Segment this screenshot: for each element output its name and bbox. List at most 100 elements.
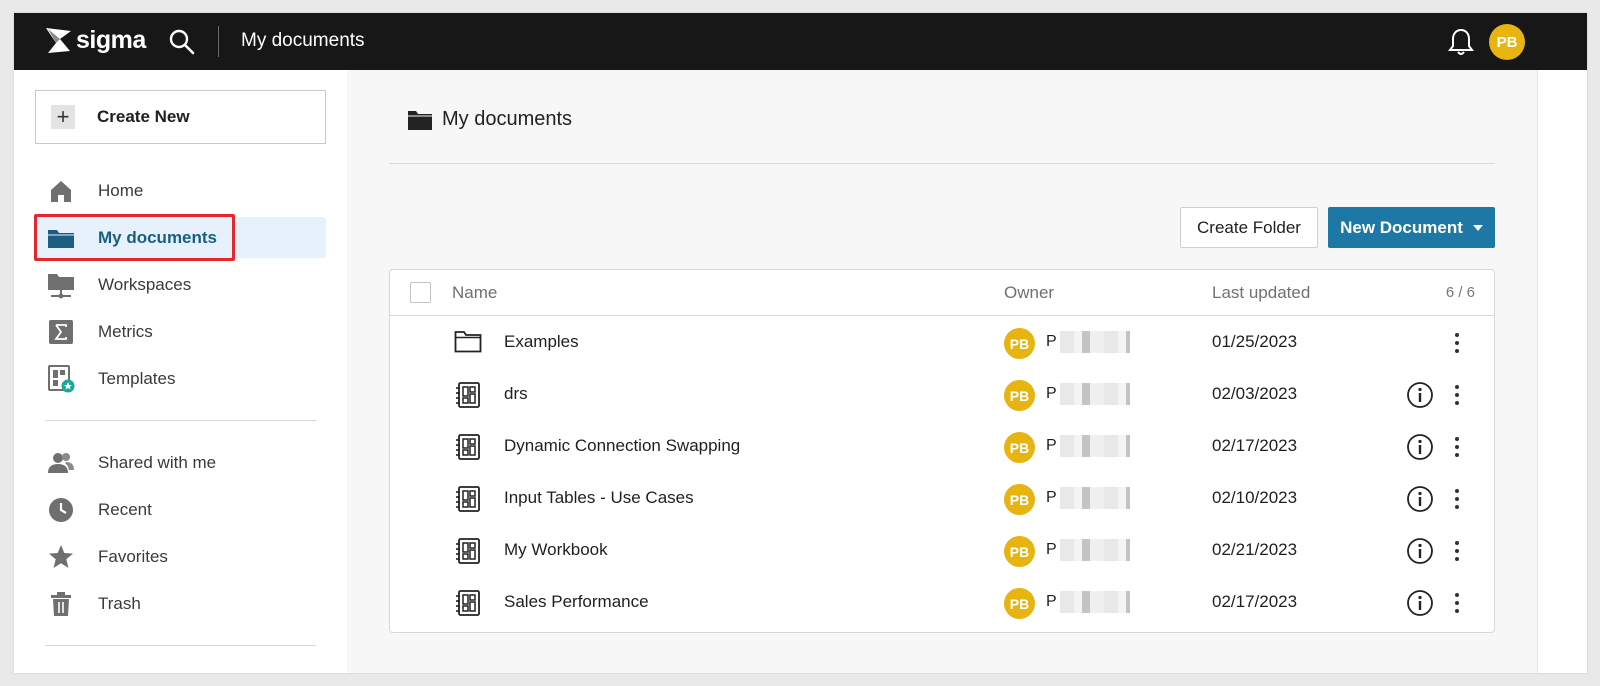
avatar: PB [1004, 432, 1035, 463]
create-new-label: Create New [97, 107, 190, 126]
column-header-owner[interactable]: Owner [1004, 283, 1054, 303]
owner-name: P [1046, 541, 1057, 558]
search-icon[interactable] [168, 28, 196, 56]
avatar: PB [1004, 484, 1035, 515]
sidebar-item-my-documents[interactable]: My documents [35, 217, 326, 258]
sidebar-item-label: Home [98, 180, 144, 200]
owner-name: P [1046, 333, 1057, 350]
redacted-owner-name [1060, 539, 1130, 561]
people-icon [47, 449, 75, 477]
avatar[interactable]: PB [1489, 24, 1525, 60]
workbook-icon [454, 537, 482, 565]
sidebar-item-recent[interactable]: Recent [35, 489, 326, 530]
last-updated-date: 01/25/2023 [1212, 332, 1298, 351]
owner-name: P [1046, 489, 1057, 506]
info-icon[interactable] [1406, 433, 1434, 461]
info-icon[interactable] [1406, 537, 1434, 565]
document-name[interactable]: Input Tables - Use Cases [504, 488, 694, 508]
folder-icon [47, 224, 75, 252]
avatar: PB [1004, 536, 1035, 567]
document-name[interactable]: Examples [504, 332, 579, 352]
sidebar-item-trash[interactable]: Trash [35, 583, 326, 624]
sidebar-divider [45, 420, 316, 421]
last-updated-date: 02/21/2023 [1212, 540, 1298, 559]
table-row[interactable]: My Workbook PB P 02/21/2023 [390, 525, 1494, 577]
right-panel [1537, 70, 1587, 673]
bell-icon[interactable] [1447, 27, 1475, 57]
owner-name: P [1046, 437, 1057, 454]
sidebar-item-label: Metrics [98, 321, 153, 341]
redacted-owner-name [1060, 591, 1130, 613]
document-name[interactable]: Dynamic Connection Swapping [504, 436, 740, 456]
redacted-owner-name [1060, 487, 1130, 509]
table-row[interactable]: Examples PB P 01/25/2023 [390, 317, 1494, 369]
info-icon[interactable] [1406, 381, 1434, 409]
sidebar-item-home[interactable]: Home [35, 170, 326, 211]
workbook-icon [454, 381, 482, 409]
sidebar-item-label: Templates [98, 368, 176, 388]
more-options-icon[interactable] [1447, 433, 1467, 461]
new-document-label: New Document [1340, 217, 1463, 237]
document-name[interactable]: My Workbook [504, 540, 608, 560]
app-window: sigma My documents PB + Create New Home … [14, 13, 1587, 673]
workspaces-icon [47, 271, 75, 299]
last-updated-date: 02/17/2023 [1212, 436, 1298, 455]
owner-name: P [1046, 593, 1057, 610]
trash-icon [47, 590, 75, 618]
avatar: PB [1004, 328, 1035, 359]
sidebar-item-label: Favorites [98, 546, 168, 566]
last-updated-date: 02/10/2023 [1212, 488, 1298, 507]
select-all-checkbox[interactable] [410, 282, 431, 303]
table-header: Name Owner Last updated 6 / 6 [390, 270, 1494, 316]
more-options-icon[interactable] [1447, 381, 1467, 409]
page-title: My documents [241, 30, 365, 51]
header-divider [389, 163, 1495, 164]
folder-title: My documents [442, 108, 573, 130]
documents-table: Name Owner Last updated 6 / 6 Examples PB… [389, 269, 1495, 633]
create-new-button[interactable]: + Create New [35, 90, 326, 144]
avatar: PB [1004, 380, 1035, 411]
owner-name: P [1046, 385, 1057, 402]
column-header-last-updated[interactable]: Last updated [1212, 283, 1310, 303]
table-row[interactable]: drs PB P 02/03/2023 [390, 369, 1494, 421]
caret-down-icon [1472, 224, 1483, 231]
last-updated-date: 02/17/2023 [1212, 592, 1298, 611]
clock-icon [47, 496, 75, 524]
last-updated-date: 02/03/2023 [1212, 384, 1298, 403]
more-options-icon[interactable] [1447, 329, 1467, 357]
sidebar-item-label: Recent [98, 499, 152, 519]
workbook-icon [454, 433, 482, 461]
sidebar-item-label: My documents [98, 227, 218, 247]
table-row[interactable]: Sales Performance PB P 02/17/2023 [390, 577, 1494, 629]
sigma-metrics-icon [47, 318, 75, 346]
templates-icon [47, 364, 75, 393]
document-name[interactable]: Sales Performance [504, 592, 649, 612]
more-options-icon[interactable] [1447, 589, 1467, 617]
sidebar-item-shared-with-me[interactable]: Shared with me [35, 442, 326, 483]
redacted-owner-name [1060, 331, 1130, 353]
sidebar-item-metrics[interactable]: Metrics [35, 311, 326, 352]
new-document-button[interactable]: New Document [1328, 207, 1495, 248]
brand-name: sigma [76, 25, 146, 54]
document-name[interactable]: drs [504, 384, 528, 404]
info-icon[interactable] [1406, 589, 1434, 617]
info-icon[interactable] [1406, 485, 1434, 513]
row-count: 6 / 6 [1445, 284, 1475, 301]
sidebar-item-workspaces[interactable]: Workspaces [35, 264, 326, 305]
star-icon [47, 543, 75, 571]
sigma-logo[interactable]: sigma [44, 25, 146, 55]
create-folder-button[interactable]: Create Folder [1180, 207, 1318, 248]
workbook-icon [454, 589, 482, 617]
sidebar-item-label: Trash [98, 593, 141, 613]
column-header-name[interactable]: Name [452, 283, 497, 303]
sidebar-item-favorites[interactable]: Favorites [35, 536, 326, 577]
more-options-icon[interactable] [1447, 537, 1467, 565]
table-row[interactable]: Dynamic Connection Swapping PB P 02/17/2023 [390, 421, 1494, 473]
avatar: PB [1004, 588, 1035, 619]
sidebar-item-label: Workspaces [98, 274, 192, 294]
table-row[interactable]: Input Tables - Use Cases PB P 02/10/2023 [390, 473, 1494, 525]
folder-icon [408, 110, 432, 130]
home-icon [47, 177, 75, 205]
more-options-icon[interactable] [1447, 485, 1467, 513]
sidebar-item-templates[interactable]: Templates [35, 358, 326, 399]
